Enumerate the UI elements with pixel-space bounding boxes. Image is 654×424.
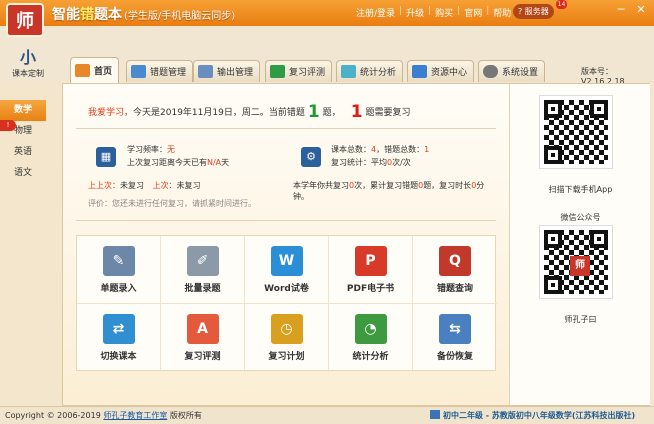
book-icon: 小	[19, 48, 36, 67]
word-icon: W	[270, 246, 303, 276]
tab-home[interactable]: 首页	[70, 57, 120, 83]
service-button[interactable]: ? 服务器	[513, 4, 554, 19]
subject-list: 数学 物理 英语 语文	[0, 100, 46, 184]
tab-statistics[interactable]: 统计分析	[336, 60, 404, 82]
gear-icon	[483, 65, 498, 78]
review-history: 上上次：未复习 上次：未复习	[88, 181, 201, 190]
review-statistics: 复习统计：平均0次/次	[331, 158, 411, 167]
menu-website[interactable]: 官网	[460, 6, 486, 19]
test-paper-icon: A	[186, 314, 219, 344]
app-download-label: 扫描下载手机App	[548, 185, 613, 194]
greeting: 我爱学习，今天是2019年11月19日，周二。当前错题 1 题， 1 题需要复习	[88, 102, 411, 122]
menu-login[interactable]: 注册/登录	[352, 6, 399, 19]
review-frequency: 学习频率：无	[127, 145, 175, 154]
wechat-qr[interactable]: 师	[539, 225, 613, 299]
current-course[interactable]: 初中二年级 - 苏教版初中八年级数学(江苏科技出版社)	[430, 407, 635, 424]
divider	[76, 220, 496, 221]
tab-settings[interactable]: 系统设置	[478, 60, 546, 82]
home-panel: 我爱学习，今天是2019年11月19日，周二。当前错题 1 题， 1 题需要复习 ▦ 学…	[62, 83, 650, 406]
pencil-icon: ✎	[102, 246, 135, 276]
book-icon	[430, 410, 440, 419]
printer-icon	[198, 65, 213, 78]
alarm-clock-icon: ◷	[270, 314, 303, 344]
pen-ruler-icon: ✐	[186, 246, 219, 276]
tile-statistics[interactable]: ◔ 统计分析	[329, 304, 413, 372]
switch-icon: ⇄	[102, 314, 135, 344]
tile-wrong-query[interactable]: Q 错题查询	[413, 236, 497, 304]
calendar-icon: ▦	[96, 147, 116, 167]
backup-icon: ⇆	[439, 314, 471, 344]
tab-output[interactable]: 输出管理	[193, 60, 261, 82]
menu-help[interactable]: 帮助	[489, 6, 515, 19]
tile-backup-restore[interactable]: ⇆ 备份恢复	[413, 304, 497, 372]
wechat-label: 微信公众号	[560, 213, 601, 222]
function-grid: ✎ 单题录入 ✐ 批量录题 W Word试卷 P PDF电子书 Q 错题查询 ⇄ 切换课本 …	[76, 235, 497, 372]
chalkboard-icon	[270, 65, 285, 78]
title-bar: 智能错题本 (学生版/手机电脑云同步) 注册/登录 | 升级 | 购买 | 官网 | 帮助…	[0, 0, 654, 26]
year-summary: 本学年你共复习0次，累计复习错题0题，复习时长0分钟。	[293, 181, 485, 201]
pdf-icon: P	[354, 246, 387, 276]
app-logo: 师	[6, 3, 44, 37]
tab-wrong-questions[interactable]: 错题管理	[126, 60, 194, 82]
menu-buy[interactable]: 购买	[431, 6, 457, 19]
subject-english[interactable]: 英语	[0, 142, 46, 163]
studio-link[interactable]: 师孔子教育工作室	[103, 411, 167, 420]
close-button[interactable]: ✕	[634, 3, 648, 17]
app-download-qr[interactable]	[539, 95, 613, 169]
wrong-count: 1	[307, 102, 320, 122]
home-icon	[75, 64, 90, 77]
qr-logo: 师	[570, 256, 590, 276]
book-search-icon: Q	[439, 246, 471, 276]
app-subtitle: (学生版/手机电脑云同步)	[124, 11, 236, 22]
app-title: 智能错题本 (学生版/手机电脑云同步)	[52, 7, 236, 23]
subject-chinese[interactable]: 语文	[0, 163, 46, 184]
tile-pdf-ebook[interactable]: P PDF电子书	[329, 236, 413, 304]
qr-panel: 扫描下载手机App 微信公众号 师 师孔子曰	[509, 84, 650, 405]
cloud-icon	[412, 65, 427, 78]
service-badge: 14	[556, 0, 567, 9]
minimize-button[interactable]: ─	[614, 3, 628, 17]
status-bar: Copyright © 2006-2019 师孔子教育工作室 版权所有 初中二年…	[0, 406, 654, 424]
pie-chart-icon: ◔	[354, 314, 387, 344]
tile-batch-entry[interactable]: ✐ 批量录题	[161, 236, 245, 304]
wechat-account-name: 师孔子曰	[564, 315, 597, 324]
top-menu: 注册/登录 | 升级 | 购买 | 官网 | 帮助	[352, 6, 515, 19]
bar-chart-icon	[341, 65, 356, 78]
tab-resources[interactable]: 资源中心	[407, 60, 475, 82]
tile-review-test[interactable]: A 复习评测	[161, 304, 245, 372]
tab-review[interactable]: 复习评测	[265, 60, 333, 82]
course-customize-button[interactable]: 小 课本定制	[10, 48, 46, 84]
tile-review-plan[interactable]: ◷ 复习计划	[245, 304, 329, 372]
review-count: 1	[350, 102, 363, 122]
subject-math[interactable]: 数学	[0, 100, 46, 121]
notebook-icon	[131, 65, 146, 78]
totals: 课本总数：4，错题总数：1	[331, 145, 430, 154]
tile-word-paper[interactable]: W Word试卷	[245, 236, 329, 304]
last-review-gap: 上次复习距离今天已有N/A天	[127, 158, 230, 167]
divider	[76, 128, 496, 129]
tile-switch-textbook[interactable]: ⇄ 切换课本	[77, 304, 161, 372]
subject-alert-badge: !	[0, 120, 16, 131]
menu-upgrade[interactable]: 升级	[402, 6, 428, 19]
tile-single-entry[interactable]: ✎ 单题录入	[77, 236, 161, 304]
review-note: 评价：您还未进行任何复习，请抓紧时间进行。	[88, 199, 256, 208]
copyright: Copyright © 2006-2019 师孔子教育工作室 版权所有	[5, 411, 202, 420]
gears-icon: ⚙	[301, 147, 321, 167]
